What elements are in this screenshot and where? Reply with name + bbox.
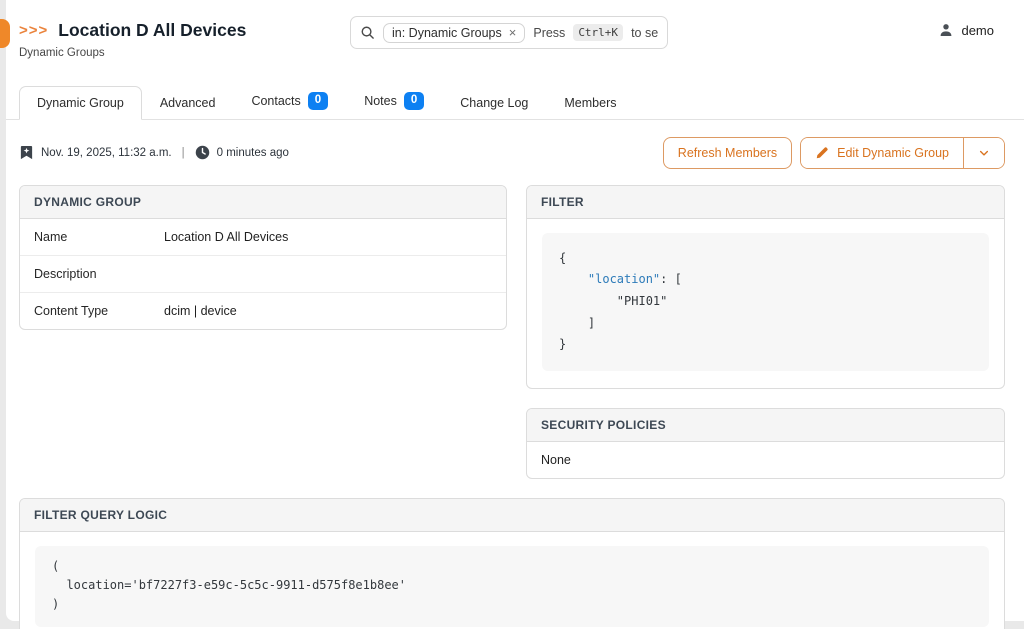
action-buttons: Refresh Members Edit Dynamic Group bbox=[663, 137, 1005, 169]
bookmark-icon bbox=[19, 145, 34, 160]
filter-panel: FILTER { "location": [ "PHI01" ] } bbox=[526, 185, 1005, 389]
remove-filter-icon[interactable]: × bbox=[509, 26, 517, 39]
pencil-icon bbox=[815, 146, 829, 160]
chevron-down-icon bbox=[978, 147, 990, 159]
search-filter-tag[interactable]: in: Dynamic Groups × bbox=[383, 23, 525, 43]
row-label: Content Type bbox=[34, 304, 164, 318]
last-updated: 0 minutes ago bbox=[217, 147, 289, 159]
table-row-name: Name Location D All Devices bbox=[20, 219, 506, 256]
sidebar-toggle-tab[interactable] bbox=[0, 19, 10, 48]
timestamps: Nov. 19, 2025, 11:32 a.m. | 0 minutes ag… bbox=[19, 145, 289, 160]
breadcrumb-chevrons-icon[interactable]: >>> bbox=[19, 22, 48, 39]
search-icon bbox=[360, 25, 375, 40]
table-row-description: Description bbox=[20, 256, 506, 293]
search-filter-tag-label: in: Dynamic Groups bbox=[392, 26, 502, 40]
edit-button-label: Edit Dynamic Group bbox=[837, 146, 949, 160]
page-title: Location D All Devices bbox=[58, 20, 246, 41]
tab-advanced[interactable]: Advanced bbox=[142, 86, 234, 120]
tab-members[interactable]: Members bbox=[546, 86, 634, 120]
filter-query-logic-title: FILTER QUERY LOGIC bbox=[20, 499, 1004, 532]
refresh-members-button[interactable]: Refresh Members bbox=[663, 137, 792, 169]
notes-count-badge: 0 bbox=[404, 92, 424, 110]
tab-label: Notes bbox=[364, 94, 397, 108]
clock-icon bbox=[195, 145, 210, 160]
json-key: "location" bbox=[588, 272, 660, 286]
detail-tabs: Dynamic Group Advanced Contacts 0 Notes … bbox=[6, 82, 1024, 120]
filter-json-code: { "location": [ "PHI01" ] } bbox=[542, 233, 989, 371]
search-placeholder-suffix: to se bbox=[631, 26, 658, 40]
tab-label: Dynamic Group bbox=[37, 96, 124, 110]
filter-query-logic-code: ( location='bf7227f3-e59c-5c5c-9911-d575… bbox=[35, 546, 989, 628]
security-policies-panel-title: SECURITY POLICIES bbox=[527, 409, 1004, 442]
filter-panel-title: FILTER bbox=[527, 186, 1004, 219]
search-placeholder-press: Press bbox=[533, 26, 565, 40]
tab-label: Advanced bbox=[160, 96, 216, 110]
search-kbd-shortcut: Ctrl+K bbox=[573, 24, 623, 41]
security-policies-panel: SECURITY POLICIES None bbox=[526, 408, 1005, 479]
security-policies-value: None bbox=[527, 442, 1004, 478]
username: demo bbox=[961, 23, 994, 38]
edit-dynamic-group-button[interactable]: Edit Dynamic Group bbox=[801, 138, 963, 168]
row-label: Name bbox=[34, 230, 164, 244]
tab-label: Contacts bbox=[251, 94, 300, 108]
row-label: Description bbox=[34, 267, 164, 281]
contacts-count-badge: 0 bbox=[308, 92, 328, 110]
tab-notes[interactable]: Notes 0 bbox=[346, 82, 442, 120]
tab-content: DYNAMIC GROUP Name Location D All Device… bbox=[6, 185, 1024, 629]
tab-contacts[interactable]: Contacts 0 bbox=[233, 82, 346, 120]
main-content-card: >>> Location D All Devices Dynamic Group… bbox=[6, 0, 1024, 621]
object-toolbar: Nov. 19, 2025, 11:32 a.m. | 0 minutes ag… bbox=[6, 120, 1024, 185]
table-row-content-type: Content Type dcim | device bbox=[20, 293, 506, 329]
filter-query-logic-panel: FILTER QUERY LOGIC ( location='bf7227f3-… bbox=[19, 498, 1005, 629]
tab-change-log[interactable]: Change Log bbox=[442, 86, 546, 120]
dynamic-group-panel-title: DYNAMIC GROUP bbox=[20, 186, 506, 219]
tab-label: Members bbox=[564, 96, 616, 110]
page-header: >>> Location D All Devices Dynamic Group… bbox=[6, 0, 1024, 80]
row-value: Location D All Devices bbox=[164, 230, 288, 244]
user-icon bbox=[938, 22, 954, 38]
tab-dynamic-group[interactable]: Dynamic Group bbox=[19, 86, 142, 120]
global-search-input[interactable]: in: Dynamic Groups × Press Ctrl+K to se bbox=[350, 16, 668, 49]
user-menu[interactable]: demo bbox=[938, 22, 994, 38]
edit-dropdown-toggle[interactable] bbox=[963, 138, 1004, 168]
dynamic-group-panel: DYNAMIC GROUP Name Location D All Device… bbox=[19, 185, 507, 330]
created-date: Nov. 19, 2025, 11:32 a.m. bbox=[41, 147, 172, 159]
meta-separator: | bbox=[179, 147, 188, 159]
tab-label: Change Log bbox=[460, 96, 528, 110]
row-value: dcim | device bbox=[164, 304, 237, 318]
edit-split-button: Edit Dynamic Group bbox=[800, 137, 1005, 169]
